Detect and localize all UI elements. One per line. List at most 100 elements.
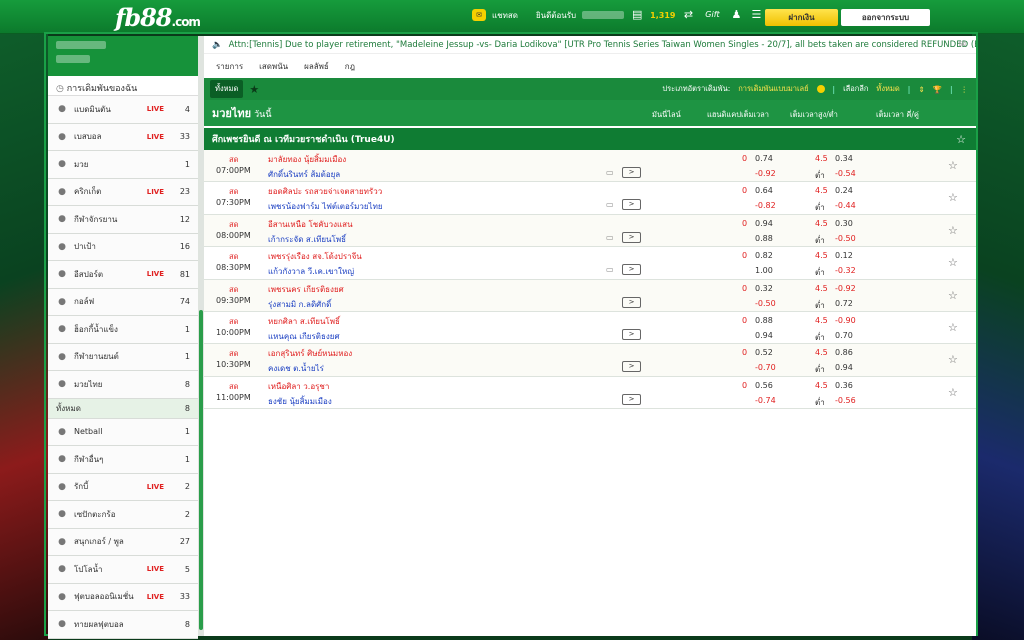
trophy-icon[interactable]: 🏆 [933, 85, 942, 94]
under-odds[interactable]: 0.94 [835, 363, 853, 372]
sidebar-item-waterpolo[interactable]: ● โปโลน้ำ LIVE 5 [48, 556, 198, 584]
fb88-logo[interactable]: fb88.com [115, 3, 201, 32]
over-odds[interactable]: 0.36 [835, 381, 853, 390]
sidebar-item-esports[interactable]: ● อีสปอร์ต LIVE 81 [48, 261, 198, 289]
away-handicap-odds[interactable]: -0.50 [755, 299, 776, 308]
sidebar-item-darts[interactable]: ● ปาเป้า 16 [48, 233, 198, 261]
home-handicap-odds[interactable]: 0.64 [755, 186, 773, 195]
favorite-star-icon[interactable]: ☆ [948, 353, 958, 366]
over-odds[interactable]: 0.24 [835, 186, 853, 195]
under-odds[interactable]: -0.44 [835, 201, 856, 210]
over-odds[interactable]: 0.12 [835, 251, 853, 260]
under-odds[interactable]: 0.72 [835, 299, 853, 308]
home-handicap-odds[interactable]: 0.32 [755, 284, 773, 293]
favorite-star-icon[interactable]: ☆ [948, 321, 958, 334]
tab-rules[interactable]: กฎ [345, 60, 355, 73]
promo-icon[interactable]: Gift [701, 8, 723, 22]
home-handicap-odds[interactable]: 0.56 [755, 381, 773, 390]
home-handicap-odds[interactable]: 0.52 [755, 348, 773, 357]
away-handicap-odds[interactable]: -0.82 [755, 201, 776, 210]
over-odds[interactable]: 0.30 [835, 219, 853, 228]
filter-all-button[interactable]: ทั้งหมด [210, 80, 244, 98]
more-bets-button[interactable]: > [622, 361, 641, 373]
league-favorite-star-icon[interactable]: ☆ [956, 133, 966, 146]
favorite-star-icon[interactable]: ☆ [948, 159, 958, 172]
bet-type-select[interactable]: การเดิมพันแบบมาเลย์ [738, 83, 808, 95]
user-icon[interactable]: ♟ [729, 8, 743, 22]
home-handicap-odds[interactable]: 0.74 [755, 154, 773, 163]
over-odds[interactable]: -0.92 [835, 284, 856, 293]
home-handicap-odds[interactable]: 0.94 [755, 219, 773, 228]
under-odds[interactable]: -0.32 [835, 266, 856, 275]
favorite-star-icon[interactable]: ☆ [948, 191, 958, 204]
over-odds[interactable]: -0.90 [835, 316, 856, 325]
more-bets-button[interactable]: > [622, 231, 641, 243]
deposit-button[interactable]: ฝากเงิน [765, 9, 838, 26]
my-bets-header[interactable]: ◷ การเดิมพันของฉัน [48, 76, 198, 96]
favorite-star-icon[interactable]: ☆ [948, 289, 958, 302]
sidebar-subitem-all[interactable]: ทั้งหมด 8 [48, 398, 198, 419]
sort-icon[interactable]: ⇕ [918, 85, 924, 94]
over-odds[interactable]: 0.34 [835, 154, 853, 163]
sidebar-item-hockey[interactable]: ● ฮ็อกกี้น้ำแข็ง 1 [48, 316, 198, 344]
more-bets-button[interactable]: > [622, 328, 641, 340]
list-icon[interactable]: ☰ [749, 8, 763, 22]
sidebar-item-cycling[interactable]: ● กีฬาจักรยาน 12 [48, 206, 198, 234]
wallet-icon[interactable]: ▤ [630, 8, 644, 22]
away-handicap-odds[interactable]: 1.00 [755, 266, 773, 275]
live-chat-link[interactable]: แชทสด [492, 9, 518, 22]
sidebar-scroll-thumb[interactable] [199, 310, 203, 630]
more-bets-button[interactable]: > [622, 296, 641, 308]
favorites-star-icon[interactable]: ★ [249, 83, 259, 96]
mail-icon[interactable]: ✉ [959, 40, 966, 50]
sidebar-item-badminton[interactable]: ● แบดมินตัน LIVE 4 [48, 96, 198, 124]
sidebar-item-netball[interactable]: ● Netball 1 [48, 418, 198, 446]
sidebar-item-baseball[interactable]: ● เบสบอล LIVE 33 [48, 123, 198, 151]
collapse-icon[interactable]: ⋮ [961, 85, 969, 94]
chat-icon[interactable]: ✉ [472, 9, 486, 21]
league-header[interactable]: ศึกเพชรยินดี ณ เวทีมวยราชดำเนิน (True4U)… [204, 128, 976, 150]
away-handicap-odds[interactable]: -0.92 [755, 169, 776, 178]
sidebar-item-sepaktakraw[interactable]: ● เซปักตะกร้อ 2 [48, 501, 198, 529]
bet-type-dropdown-icon[interactable] [816, 85, 825, 93]
comment-icon[interactable]: ▭ [606, 200, 614, 209]
sidebar-item-football-predict[interactable]: ● ทายผลฟุตบอล 8 [48, 611, 198, 639]
away-handicap-odds[interactable]: -0.70 [755, 363, 776, 372]
sidebar-item-snooker[interactable]: ● สนุกเกอร์ / พูล 27 [48, 528, 198, 556]
sidebar-item-rugby[interactable]: ● รักบี้ LIVE 2 [48, 473, 198, 501]
tab-results[interactable]: ผลลัพธ์ [304, 60, 329, 73]
under-odds[interactable]: -0.54 [835, 169, 856, 178]
sidebar-item-cricket[interactable]: ● คริกเก็ต LIVE 23 [48, 178, 198, 206]
sidebar-item-boxing[interactable]: ● มวย 1 [48, 151, 198, 179]
over-odds[interactable]: 0.86 [835, 348, 853, 357]
sidebar-item-motorsport[interactable]: ● กีฬายานยนต์ 1 [48, 343, 198, 371]
comment-icon[interactable]: ▭ [606, 168, 614, 177]
comment-icon[interactable]: ▭ [606, 233, 614, 242]
tab-list[interactable]: รายการ [216, 60, 243, 73]
sidebar-item-other-sports[interactable]: ● กีฬาอื่นๆ 1 [48, 446, 198, 474]
away-handicap-odds[interactable]: 0.88 [755, 234, 773, 243]
home-handicap-odds[interactable]: 0.88 [755, 316, 773, 325]
favorite-star-icon[interactable]: ☆ [948, 256, 958, 269]
under-odds[interactable]: -0.50 [835, 234, 856, 243]
more-bets-button[interactable]: > [622, 393, 641, 405]
away-handicap-odds[interactable]: -0.74 [755, 396, 776, 405]
home-handicap-odds[interactable]: 0.82 [755, 251, 773, 260]
under-odds[interactable]: 0.70 [835, 331, 853, 340]
favorite-star-icon[interactable]: ☆ [948, 224, 958, 237]
match-row: สด 10:30PM เอกสุรินทร์ ศิษย์หนมหอง คงเดช ต.… [204, 344, 976, 377]
tab-bet-list[interactable]: เสดพนัน [259, 60, 288, 73]
more-bets-button[interactable]: > [622, 264, 641, 276]
favorite-star-icon[interactable]: ☆ [948, 386, 958, 399]
under-odds[interactable]: -0.56 [835, 396, 856, 405]
refresh-icon[interactable]: ⇄ [681, 8, 695, 22]
sidebar-item-golf[interactable]: ● กอล์ฟ 74 [48, 288, 198, 316]
more-bets-button[interactable]: > [622, 199, 641, 211]
sidebar-item-muaythai[interactable]: ● มวยไทย 8 [48, 371, 198, 399]
logout-button[interactable]: ออกจากระบบ [841, 9, 930, 26]
sidebar-item-virtual-football[interactable]: ● ฟุตบอลออนิเมชั่น LIVE 33 [48, 583, 198, 611]
away-handicap-odds[interactable]: 0.94 [755, 331, 773, 340]
league-select[interactable]: ทั้งหมด [876, 83, 899, 95]
comment-icon[interactable]: ▭ [606, 265, 614, 274]
more-bets-button[interactable]: > [622, 167, 641, 178]
